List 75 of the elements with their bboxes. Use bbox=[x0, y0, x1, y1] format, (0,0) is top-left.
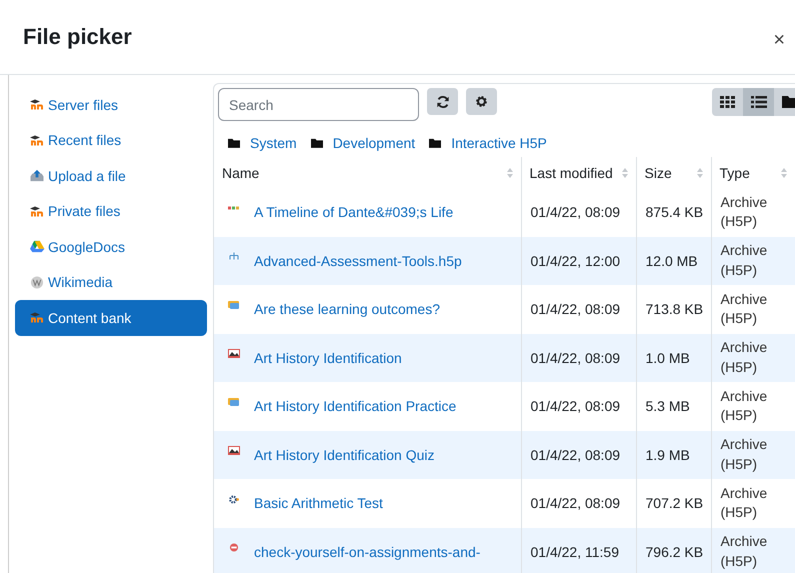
folder-icon bbox=[228, 138, 240, 148]
breadcrumb-link[interactable]: Development bbox=[332, 135, 416, 151]
date-cell: 01/4/22, 08:09 bbox=[530, 204, 620, 220]
list-view-button[interactable] bbox=[743, 88, 774, 116]
cards-icon bbox=[228, 300, 240, 310]
date-cell: 01/4/22, 08:09 bbox=[530, 301, 620, 318]
date-cell: 01/4/22, 08:09 bbox=[530, 495, 620, 512]
graduation-cap-icon bbox=[29, 134, 45, 147]
list-icon bbox=[750, 96, 766, 108]
graduation-cap-icon bbox=[29, 311, 45, 324]
dialog-title: File picker bbox=[23, 24, 132, 50]
type-cell: Archive (H5P) bbox=[720, 484, 768, 520]
folder-icon bbox=[429, 138, 442, 148]
cards-icon bbox=[228, 398, 240, 407]
type-cell: Archive (H5P) bbox=[720, 339, 768, 375]
size-cell: 1.9 MB bbox=[646, 446, 690, 463]
breadcrumb-link[interactable]: Interactive H5P bbox=[451, 135, 547, 151]
sidebar-item[interactable]: GoogleDocs bbox=[15, 229, 207, 264]
type-cell: Archive (H5P) bbox=[720, 290, 768, 326]
type-cell: Archive (H5P) bbox=[720, 194, 768, 230]
column-header[interactable]: Size bbox=[636, 157, 711, 188]
date-cell: 01/4/22, 12:00 bbox=[530, 252, 620, 269]
date-cell: 01/4/22, 08:09 bbox=[530, 446, 620, 463]
sidebar-item[interactable]: Recent files bbox=[15, 122, 207, 158]
sort-icon bbox=[506, 168, 512, 178]
refresh-icon bbox=[436, 94, 450, 108]
refresh-button[interactable] bbox=[427, 88, 458, 115]
sort-icon bbox=[781, 168, 787, 178]
file-link[interactable]: Art History Identification bbox=[254, 350, 402, 366]
date-cell: 01/4/22, 08:09 bbox=[530, 398, 620, 414]
column-header[interactable]: Type bbox=[711, 157, 795, 188]
settings-button[interactable] bbox=[466, 88, 497, 115]
date-cell: 01/4/22, 11:59 bbox=[530, 544, 619, 560]
type-cell: Archive (H5P) bbox=[720, 533, 768, 569]
size-cell: 875.4 KB bbox=[646, 204, 704, 220]
search-field[interactable]: Search bbox=[218, 88, 419, 121]
image-icon bbox=[228, 349, 240, 358]
settings-icon bbox=[475, 95, 488, 108]
size-cell: 707.2 KB bbox=[646, 495, 704, 512]
file-link[interactable]: Art History Identification Practice bbox=[254, 398, 456, 414]
sidebar-item[interactable]: Server files bbox=[15, 87, 207, 122]
upload-tray-icon bbox=[29, 169, 45, 182]
grid-view-button[interactable] bbox=[712, 88, 743, 116]
grid-icon bbox=[720, 96, 735, 108]
size-cell: 796.2 KB bbox=[646, 544, 704, 560]
sidebar-item[interactable]: Wikimedia bbox=[15, 264, 207, 300]
column-header[interactable]: Last modified bbox=[521, 157, 636, 188]
sidebar-item[interactable]: Private files bbox=[15, 194, 207, 229]
image-icon bbox=[228, 446, 240, 456]
breadcrumb-link[interactable]: System bbox=[250, 135, 297, 151]
file-link[interactable]: A Timeline of Dante&#039;s Life bbox=[254, 204, 454, 220]
graduation-cap-icon bbox=[29, 204, 45, 218]
type-cell: Archive (H5P) bbox=[720, 242, 768, 278]
date-cell: 01/4/22, 08:09 bbox=[530, 350, 620, 366]
type-cell: Archive (H5P) bbox=[720, 388, 768, 424]
size-cell: 713.8 KB bbox=[646, 301, 704, 318]
sidebar-item[interactable]: Upload a file bbox=[15, 158, 207, 194]
gear-icon bbox=[228, 494, 240, 504]
size-cell: 1.0 MB bbox=[646, 350, 690, 366]
sort-icon bbox=[696, 168, 702, 178]
type-cell: Archive (H5P) bbox=[720, 436, 768, 472]
column-header[interactable]: Name bbox=[214, 157, 521, 188]
drive-icon bbox=[29, 240, 45, 254]
graduation-cap-icon bbox=[29, 98, 45, 112]
size-cell: 5.3 MB bbox=[646, 398, 690, 414]
close-button[interactable]: × bbox=[769, 28, 789, 52]
globe-icon bbox=[29, 276, 45, 289]
file-link[interactable]: Basic Arithmetic Test bbox=[254, 495, 383, 512]
folder-icon bbox=[782, 95, 795, 108]
folder-icon bbox=[310, 138, 323, 148]
size-cell: 12.0 MB bbox=[646, 252, 698, 269]
sidebar-item[interactable]: Content bank bbox=[15, 300, 207, 336]
file-link[interactable]: Are these learning outcomes? bbox=[254, 301, 440, 318]
branching-icon bbox=[228, 252, 240, 262]
sort-icon bbox=[622, 168, 628, 178]
